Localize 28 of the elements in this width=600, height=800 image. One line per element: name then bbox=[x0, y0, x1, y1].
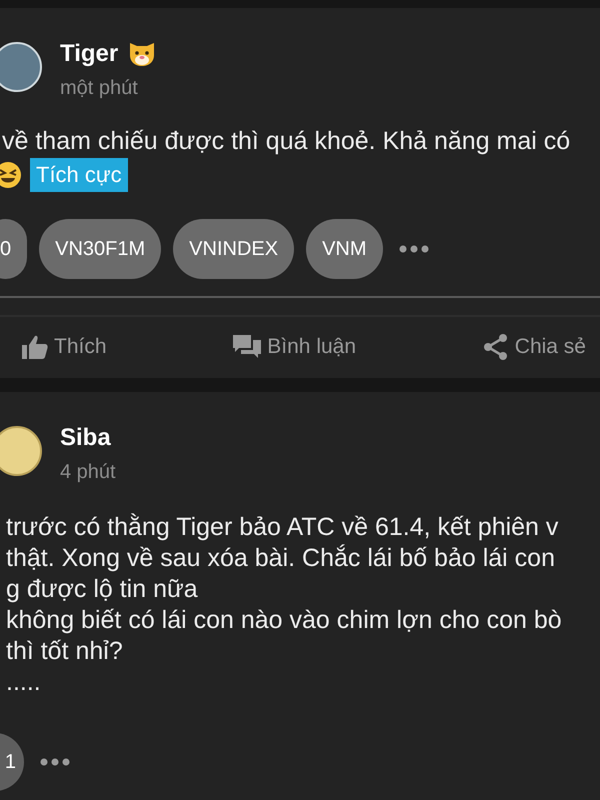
more-icon[interactable] bbox=[398, 245, 429, 253]
laughing-face-icon bbox=[0, 161, 22, 189]
avatar[interactable] bbox=[0, 426, 42, 476]
ticker-chip[interactable]: VNM bbox=[306, 219, 383, 279]
thumbs-up-icon bbox=[22, 335, 48, 360]
reaction-count[interactable]: 1 bbox=[0, 733, 24, 791]
ticker-chip[interactable]: 0 bbox=[0, 219, 28, 279]
author-name[interactable]: Tiger bbox=[60, 36, 118, 72]
post-text: về tham chiếu được thì quá khoẻ. Khả năng mai có bbox=[2, 126, 572, 157]
share-icon bbox=[482, 334, 509, 360]
more-icon[interactable] bbox=[40, 758, 70, 766]
post-text: ..... bbox=[6, 667, 42, 698]
post-text: trước có thằng Tiger bảo ATC về 61.4, kết phiên v bbox=[6, 512, 560, 543]
action-button[interactable]: Bình luận bbox=[233, 331, 356, 363]
action-button[interactable]: Thích bbox=[22, 331, 107, 363]
post-time: một phút bbox=[60, 76, 139, 100]
ticker-chip[interactable]: VNINDEX bbox=[173, 219, 294, 279]
post-text: thật. Xong về sau xóa bài. Chắc lái bố bảo lái con bbox=[6, 543, 556, 574]
post-time: 4 phút bbox=[60, 460, 116, 484]
post-text: không biết có lái con nào vào chim lợn cho con bò bbox=[6, 605, 563, 636]
ticker-chip[interactable]: VN30F1M bbox=[39, 219, 162, 279]
avatar[interactable] bbox=[0, 42, 42, 92]
post-text: thì tốt nhỉ? bbox=[6, 636, 124, 667]
speech-bubbles-icon bbox=[233, 335, 262, 360]
post-text: g được lộ tin nữa bbox=[6, 574, 199, 605]
author-name[interactable]: Siba bbox=[60, 420, 111, 456]
sentiment-tag: Tích cực bbox=[30, 158, 128, 192]
action-button[interactable]: Chia sẻ bbox=[482, 331, 586, 363]
